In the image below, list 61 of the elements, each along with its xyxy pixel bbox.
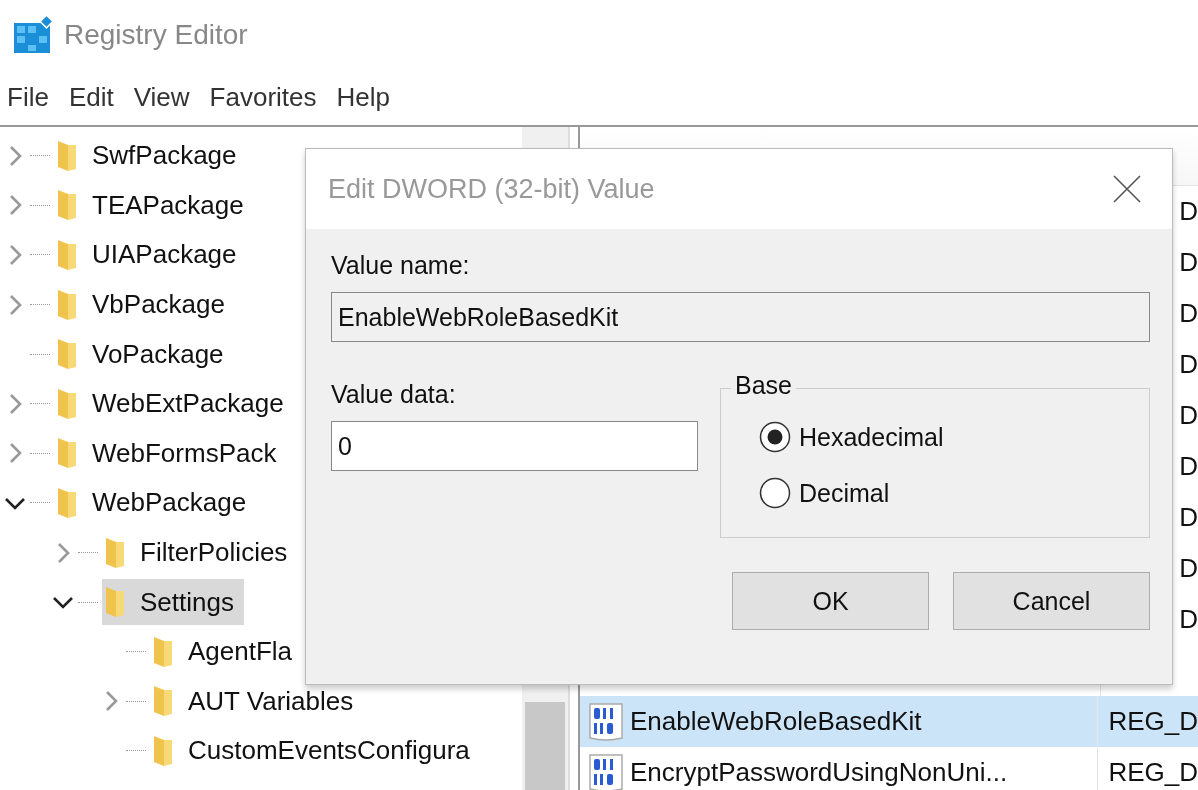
menu-item[interactable]: File <box>7 82 49 113</box>
folder-icon <box>152 684 174 719</box>
folder-icon <box>56 238 78 272</box>
value-name: EnableWebRoleBasedKit <box>630 706 922 737</box>
tree-item[interactable]: CustomEventsConfigura <box>150 727 480 774</box>
tree-item[interactable]: WebFormsPack <box>54 430 287 477</box>
value-type: D <box>1179 349 1198 380</box>
folder-icon <box>56 386 78 421</box>
folder-icon <box>56 287 78 322</box>
value-type: D <box>1179 604 1198 635</box>
dialog-button[interactable]: Cancel <box>953 572 1150 630</box>
menu-item[interactable]: Edit <box>68 82 114 113</box>
value-type: D <box>1179 451 1198 482</box>
close-icon[interactable] <box>1112 174 1142 204</box>
value-type: D <box>1179 400 1198 431</box>
tree-item[interactable]: UIAPackage <box>54 232 247 278</box>
value-data-label: Value data: <box>331 380 457 409</box>
value-type: REG_D <box>1108 706 1198 737</box>
folder-icon <box>104 535 126 570</box>
value-row[interactable]: EncryptPasswordUsingNonUni... REG_D <box>580 747 1198 790</box>
tree-item[interactable]: VoPackage <box>54 331 234 378</box>
radio-button[interactable] <box>759 477 791 509</box>
selected-value-row[interactable]: EnableWebRoleBasedKit REG_D <box>580 696 1198 747</box>
menu-item[interactable]: View <box>133 82 190 113</box>
selected-tree-item[interactable]: Settings <box>102 579 244 626</box>
value-name: EncryptPasswordUsingNonUni... <box>630 757 1008 788</box>
radio-button[interactable] <box>759 421 791 453</box>
value-type: REG_D <box>1108 757 1198 788</box>
tree-item[interactable]: WebPackage <box>54 479 257 526</box>
tree-item[interactable]: VbPackage <box>54 281 235 328</box>
folder-icon <box>56 188 78 223</box>
folder-icon <box>56 485 78 520</box>
value-type: D <box>1179 502 1198 533</box>
value-type: D <box>1179 196 1198 227</box>
value-name-label: Value name: <box>331 251 471 280</box>
value-data-field[interactable]: 0 <box>331 421 698 471</box>
folder-icon <box>56 436 78 471</box>
scrollbar-thumb[interactable] <box>525 702 565 790</box>
folder-icon <box>104 585 126 620</box>
radio-option[interactable]: Hexadecimal <box>759 421 1149 453</box>
tree-item[interactable]: WebExtPackage <box>54 380 294 427</box>
menu-item[interactable]: Favorites <box>209 82 317 113</box>
menu-item[interactable]: Help <box>336 82 390 113</box>
tree-item[interactable]: AUT Variables <box>150 678 364 725</box>
folder-icon <box>56 138 78 173</box>
tree-item[interactable]: FilterPolicies <box>102 529 298 576</box>
value-name-field[interactable]: EnableWebRoleBasedKit <box>331 292 1150 342</box>
tree-item[interactable]: AgentFla <box>150 628 303 675</box>
radio-option[interactable]: Decimal <box>759 477 1149 509</box>
dialog-title: Edit DWORD (32-bit) Value <box>328 173 655 205</box>
value-type: D <box>1179 553 1198 584</box>
tree-item[interactable]: SwfPackage <box>54 132 247 179</box>
dialog-button[interactable]: OK <box>732 572 929 630</box>
folder-icon <box>152 634 174 669</box>
folder-icon <box>152 733 174 768</box>
value-type: D <box>1179 298 1198 329</box>
value-type: D <box>1179 247 1198 278</box>
folder-icon <box>56 337 78 372</box>
window-title: Registry Editor <box>64 19 248 51</box>
tree-item[interactable]: TEAPackage <box>54 182 254 229</box>
binary-value-icon <box>588 701 626 742</box>
